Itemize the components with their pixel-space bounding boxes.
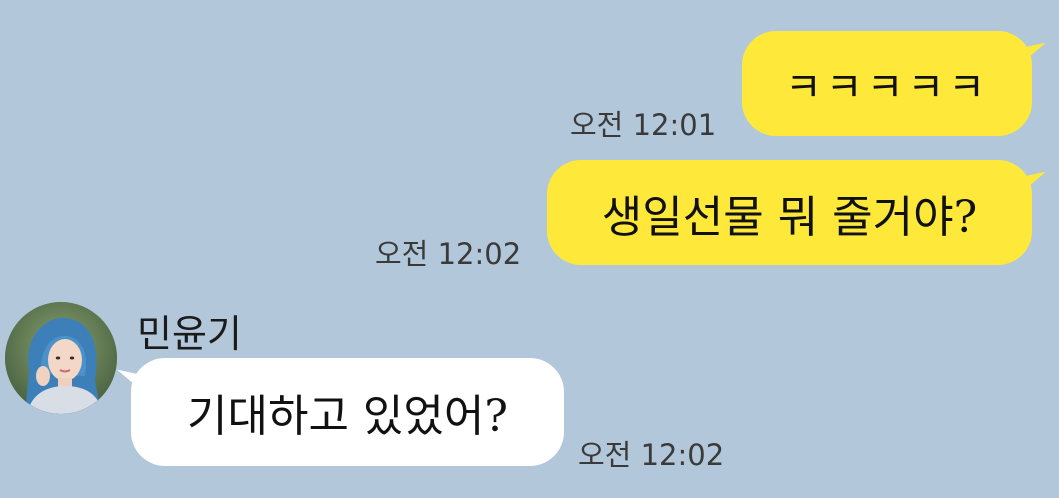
message-timestamp: 오전 12:02 [578,438,725,472]
sender-avatar[interactable] [5,302,117,414]
chat-area: ㅋㅋㅋㅋㅋ 오전 12:01 생일선물 뭐 줄거야? 오전 12:02 민윤기 … [0,0,1059,498]
message-text: ㅋㅋㅋㅋㅋ [785,64,989,111]
sender-name: 민윤기 [137,312,242,356]
message-text: 생일선물 뭐 줄거야? [601,191,978,243]
outgoing-message-bubble[interactable]: 생일선물 뭐 줄거야? [547,160,1032,265]
incoming-message-bubble[interactable]: 기대하고 있었어? [131,358,564,466]
message-text: 기대하고 있었어? [187,391,508,442]
message-timestamp: 오전 12:01 [570,108,717,142]
profile-photo-icon [5,302,117,414]
outgoing-message-bubble[interactable]: ㅋㅋㅋㅋㅋ [742,31,1032,136]
message-timestamp: 오전 12:02 [375,237,522,271]
